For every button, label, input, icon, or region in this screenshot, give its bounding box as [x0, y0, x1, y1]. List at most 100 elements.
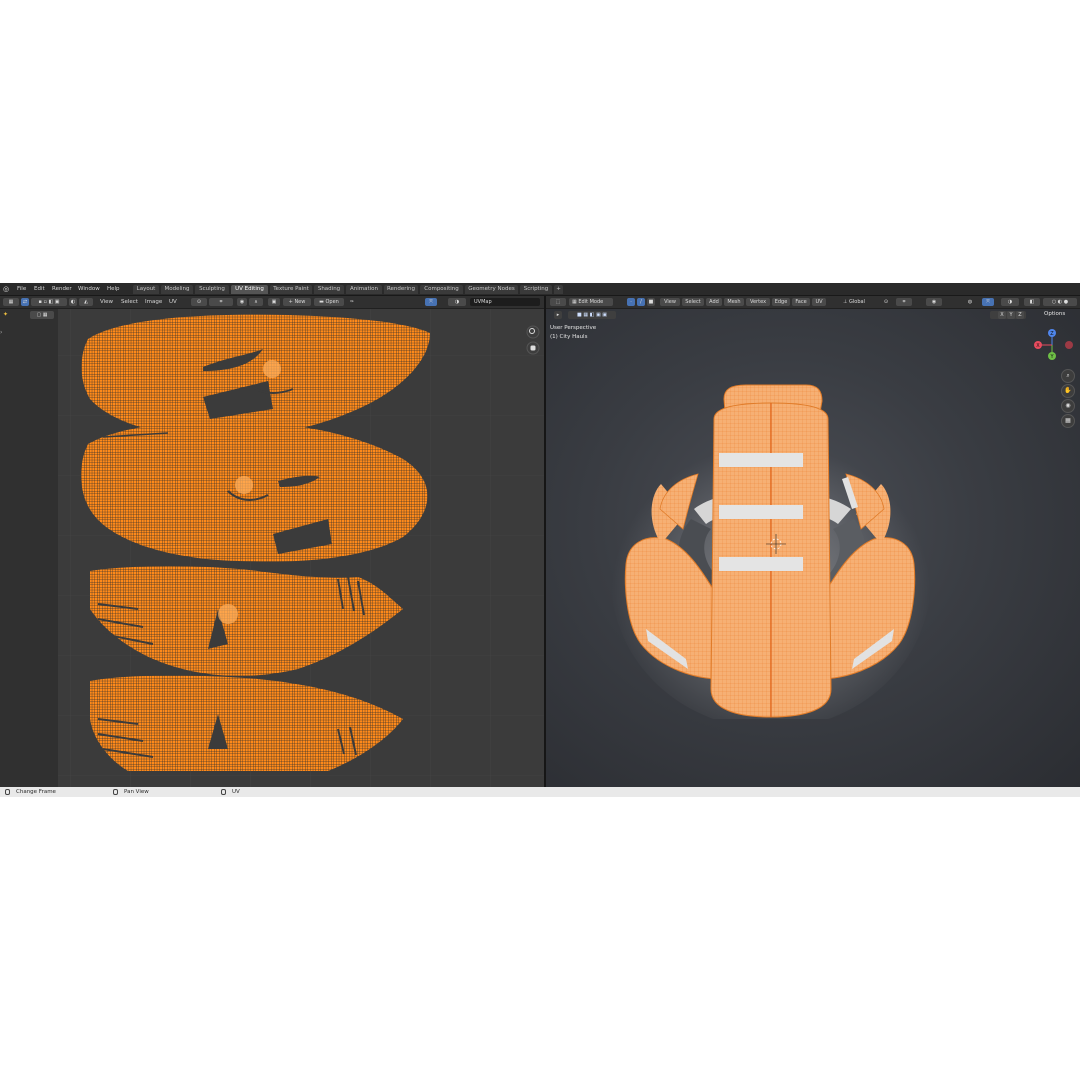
visibility-icon[interactable]: ◍ — [963, 298, 977, 306]
gizmo-neg-x-axis[interactable] — [1065, 341, 1073, 349]
pin-icon[interactable]: ✑ — [347, 298, 357, 306]
menu-file[interactable]: File — [17, 283, 26, 295]
editor-type-icon[interactable]: ⬚ — [550, 298, 566, 306]
viewport-menu-select[interactable]: Select — [682, 298, 704, 306]
xray-icon[interactable]: ◧ — [1024, 298, 1040, 306]
navigation-gizmo[interactable]: Z Y X — [1030, 327, 1076, 361]
panel-stripe — [719, 453, 803, 467]
viewport-menu-mesh[interactable]: Mesh — [724, 298, 744, 306]
viewport-menu-add[interactable]: Add — [706, 298, 722, 306]
grid-view-icon[interactable]: ▦ — [1061, 414, 1075, 428]
folder-icon: ▬ — [319, 299, 324, 305]
camera-icon[interactable]: ◉ — [1061, 399, 1075, 413]
face-select-icon[interactable]: ■ — [647, 298, 655, 306]
menu-window[interactable]: Window — [78, 283, 100, 295]
proportional-edit-icon[interactable]: ◉ — [237, 298, 247, 306]
uv-menu-image[interactable]: Image — [145, 298, 162, 306]
3d-viewport[interactable]: ▸ ■ ▦ ◧ ▣ ▣ X Y Z Options User Perspecti… — [546, 309, 1080, 787]
pan-hand-icon[interactable] — [526, 341, 540, 355]
tab-compositing[interactable]: Compositing — [420, 285, 463, 294]
uv-toolbar: ✦ ▢ ▦ › — [0, 309, 58, 787]
tab-layout[interactable]: Layout — [133, 285, 159, 294]
select-mode-icons[interactable]: ■ ▦ ◧ ▣ ▣ — [568, 311, 616, 319]
mode-dropdown[interactable]: ▦ Edit Mode — [569, 298, 613, 306]
options-dropdown[interactable]: Options — [1044, 311, 1065, 317]
uv-menu-view[interactable]: View — [100, 298, 113, 306]
add-workspace-button[interactable]: + — [554, 285, 563, 294]
tab-shading[interactable]: Shading — [314, 285, 344, 294]
uvmap-field[interactable]: UVMap — [470, 298, 540, 306]
mesh-object[interactable] — [606, 379, 936, 719]
expand-arrow-icon[interactable]: › — [0, 329, 3, 337]
status-bar: Change Frame Pan View UV — [0, 787, 1080, 797]
menu-help[interactable]: Help — [107, 283, 120, 295]
tab-sculpting[interactable]: Sculpting — [195, 285, 229, 294]
play-icon[interactable]: ▸ — [554, 311, 562, 319]
uv-editor[interactable]: ✦ ▢ ▦ › — [0, 309, 544, 787]
orientation-dropdown[interactable]: ⊥ Global — [836, 298, 872, 306]
tab-geometry-nodes[interactable]: Geometry Nodes — [465, 285, 518, 294]
blender-logo-icon[interactable]: ◎ — [3, 285, 12, 293]
gizmo-z-label: Z — [1050, 331, 1054, 337]
orientation-label: Global — [849, 299, 865, 305]
edit-mode-icon: ▦ — [572, 299, 577, 305]
edge-select-icon[interactable]: / — [637, 298, 645, 306]
select-mode-icons[interactable]: ▪ ▫ ◧ ▣ — [31, 298, 67, 306]
uv-canvas[interactable] — [58, 309, 544, 787]
tab-modeling[interactable]: Modeling — [161, 285, 193, 294]
viewport-menu-view[interactable]: View — [660, 298, 680, 306]
menu-render[interactable]: Render — [52, 283, 72, 295]
uv-menu-select[interactable]: Select — [121, 298, 138, 306]
active-object-label: (1) City Hauls — [550, 334, 588, 340]
vertex-select-icon[interactable]: · — [627, 298, 635, 306]
tool-settings-icon[interactable]: ◭ — [79, 298, 93, 306]
uv-sync-icon[interactable]: ⤧ — [425, 298, 437, 306]
sticky-mode-icon[interactable]: ◐ — [69, 298, 77, 306]
viewport-menu-vertex[interactable]: Vertex — [746, 298, 770, 306]
viewport-menu-uv[interactable]: UV — [812, 298, 826, 306]
select-box-icon[interactable]: ▢ ▦ — [30, 311, 54, 319]
overlay-icon[interactable]: ◑ — [448, 298, 466, 306]
viewport-menu-face[interactable]: Face — [792, 298, 810, 306]
cursor-tool-icon[interactable]: ✦ — [3, 311, 11, 319]
viewport-header: ⬚ ▦ Edit Mode · / ■ View Select Add Mesh… — [546, 296, 1080, 309]
plus-icon: + — [288, 299, 293, 305]
mirror-axes: X Y Z — [990, 311, 1026, 319]
gizmo-x-label: X — [1036, 343, 1040, 349]
pan-hand-icon[interactable]: ✋ — [1061, 384, 1075, 398]
proportional-edit-icon[interactable]: ◉ — [926, 298, 942, 306]
tab-rendering[interactable]: Rendering — [384, 285, 418, 294]
tab-scripting[interactable]: Scripting — [520, 285, 552, 294]
uv-menu-uv[interactable]: UV — [169, 298, 177, 306]
status-pan-view: Pan View — [124, 789, 149, 795]
sync-selection-icon[interactable]: ⇄ — [21, 298, 29, 306]
tab-uv-editing[interactable]: UV Editing — [231, 285, 268, 294]
open-image-label: Open — [325, 299, 339, 305]
status-uv: UV — [232, 789, 240, 795]
editor-type-icon[interactable]: ▦ — [3, 298, 19, 306]
uv-editor-header: ▦ ⇄ ▪ ▫ ◧ ▣ ◐ ◭ View Select Image UV ⊙ ⌗… — [0, 296, 544, 309]
pivot-icon[interactable]: ⊙ — [879, 298, 893, 306]
panel-stripe — [719, 557, 803, 571]
mirror-z-button[interactable]: Z — [1016, 311, 1024, 319]
open-image-button[interactable]: ▬ Open — [314, 298, 344, 306]
overlay-icon[interactable]: ◑ — [1001, 298, 1019, 306]
snap-icon[interactable]: ⌗ — [209, 298, 233, 306]
tab-animation[interactable]: Animation — [346, 285, 382, 294]
pivot-icon[interactable]: ⊙ — [191, 298, 207, 306]
viewport-menu-edge[interactable]: Edge — [772, 298, 790, 306]
shading-modes-icon[interactable]: ○ ◐ ● — [1043, 298, 1077, 306]
new-image-button[interactable]: + New — [283, 298, 311, 306]
orientation-icon: ⊥ — [843, 299, 848, 305]
gizmo-toggle-icon[interactable]: ⤧ — [982, 298, 994, 306]
image-browse-icon[interactable]: ▣ — [268, 298, 280, 306]
falloff-icon[interactable]: ∧ — [249, 298, 263, 306]
zoom-icon[interactable] — [526, 325, 540, 339]
zoom-icon[interactable]: ⌕ — [1061, 369, 1075, 383]
mirror-x-button[interactable]: X — [998, 311, 1006, 319]
tab-texture-paint[interactable]: Texture Paint — [270, 285, 312, 294]
mouse-middle-icon — [113, 789, 118, 795]
menu-edit[interactable]: Edit — [34, 283, 45, 295]
snap-icon[interactable]: ⌗ — [896, 298, 912, 306]
mirror-y-button[interactable]: Y — [1007, 311, 1015, 319]
